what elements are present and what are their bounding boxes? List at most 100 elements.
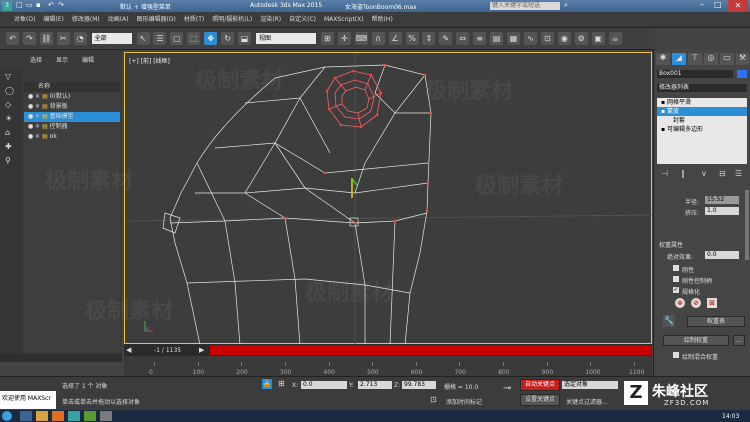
pivot-center-icon[interactable]: ⊞ bbox=[320, 32, 334, 45]
remove-modifier-icon[interactable]: ⊟ bbox=[719, 169, 726, 178]
menu-item[interactable]: 修改器(M) bbox=[68, 12, 104, 28]
start-button-icon[interactable] bbox=[2, 411, 12, 421]
unlink-icon[interactable]: ✂ bbox=[56, 32, 70, 45]
taskbar-app-media-icon[interactable] bbox=[52, 411, 64, 421]
menu-item[interactable]: 自定义(C) bbox=[285, 12, 320, 28]
close-icon[interactable]: ✕ bbox=[728, 0, 748, 11]
paint-blend-checkbox[interactable] bbox=[673, 352, 679, 358]
redo-icon[interactable]: ↷ bbox=[22, 32, 36, 45]
rect-region-icon[interactable]: ▢ bbox=[170, 32, 184, 45]
rigid-handles-checkbox[interactable] bbox=[673, 276, 679, 282]
exclude-verts-icon[interactable]: ⊗ bbox=[675, 298, 685, 308]
select-excluded-icon[interactable]: ⊠ bbox=[707, 298, 717, 308]
render-setup-icon[interactable]: ⚙ bbox=[574, 32, 588, 45]
paint-weights-button[interactable]: 绘制权重 bbox=[663, 335, 729, 346]
configure-sets-icon[interactable]: ☰ bbox=[735, 169, 742, 178]
align-icon[interactable]: ≡ bbox=[473, 32, 487, 45]
mirror-icon[interactable]: ⇔ bbox=[456, 32, 470, 45]
link-icon[interactable]: ⛓ bbox=[39, 32, 53, 45]
select-move-icon[interactable]: ✥ bbox=[204, 32, 218, 45]
taskbar-app-ie-icon[interactable] bbox=[20, 411, 32, 421]
helpers-filter-icon[interactable]: ✚ bbox=[5, 142, 12, 151]
menu-item[interactable]: 照明/摄影机(L) bbox=[208, 12, 256, 28]
render-icon[interactable]: ☕ bbox=[608, 32, 622, 45]
y-coordinate-field[interactable]: 2.713 bbox=[358, 381, 392, 389]
menu-item[interactable]: 帮助(H) bbox=[368, 12, 397, 28]
taskbar-app-folder-icon[interactable] bbox=[36, 411, 48, 421]
display-tab-icon[interactable]: ▭ bbox=[720, 53, 734, 65]
layer-row[interactable]: ● ❄ ▤ ok bbox=[24, 132, 120, 142]
layer-row[interactable]: ● ❄ ▤ 0(默认) bbox=[24, 92, 120, 102]
select-object-icon[interactable]: ↖ bbox=[136, 32, 150, 45]
taskbar-app-3dsmax-icon[interactable] bbox=[68, 411, 80, 421]
window-crossing-icon[interactable]: ⬚ bbox=[187, 32, 201, 45]
lock-selection-icon[interactable]: 🔒 bbox=[262, 379, 272, 389]
taskbar-app-other-icon[interactable] bbox=[100, 411, 112, 421]
tab-display[interactable]: 显示 bbox=[56, 55, 68, 64]
filter-icon[interactable]: ▽ bbox=[5, 72, 11, 81]
shapes-filter-icon[interactable]: ◇ bbox=[5, 100, 11, 109]
camera-filter-icon[interactable]: ⌂ bbox=[5, 128, 10, 137]
angle-snap-icon[interactable]: ∠ bbox=[388, 32, 402, 45]
select-rotate-icon[interactable]: ↻ bbox=[221, 32, 235, 45]
menu-item[interactable]: 图形编辑器(D) bbox=[133, 12, 180, 28]
paint-options-button[interactable]: … bbox=[733, 335, 745, 346]
render-frame-icon[interactable]: ▣ bbox=[591, 32, 605, 45]
menu-item[interactable]: MAXScript(X) bbox=[320, 12, 368, 28]
modifier-stack-item[interactable]: ▪ 蒙皮 bbox=[657, 107, 747, 116]
time-tag-icon[interactable]: ⊡ bbox=[430, 395, 437, 404]
timeline-track[interactable] bbox=[210, 345, 652, 355]
qa-redo-icon[interactable]: ↷ bbox=[58, 1, 64, 9]
create-tab-icon[interactable]: ✱ bbox=[656, 53, 670, 65]
key-mode-icon[interactable]: ⊸ bbox=[503, 383, 511, 394]
tab-select[interactable]: 选择 bbox=[30, 55, 42, 64]
modifier-stack-item[interactable]: ▪ 网格平滑 bbox=[657, 98, 747, 107]
squash-field[interactable]: 1.0 bbox=[705, 207, 739, 215]
geometry-filter-icon[interactable]: ◯ bbox=[5, 86, 14, 95]
lights-filter-icon[interactable]: ☀ bbox=[5, 114, 12, 123]
schematic-view-icon[interactable]: ⊡ bbox=[540, 32, 554, 45]
curve-editor-icon[interactable]: ∿ bbox=[523, 32, 537, 45]
qa-save-icon[interactable]: ▪ bbox=[36, 1, 41, 9]
panel-scrollbar[interactable] bbox=[745, 190, 749, 260]
menu-item[interactable]: 材质(T) bbox=[180, 12, 208, 28]
viewport-front[interactable]: [+] [前] [线框] 极制素材 极制素材 极制素材 极制素材 极制素材 极制… bbox=[45, 52, 653, 345]
taskbar-app-other-icon[interactable] bbox=[84, 411, 96, 421]
rigid-checkbox[interactable] bbox=[673, 265, 679, 271]
bones-filter-icon[interactable]: ⚲ bbox=[5, 156, 11, 165]
percent-snap-icon[interactable]: % bbox=[405, 32, 419, 45]
time-slider-next-icon[interactable]: ▶ bbox=[199, 346, 204, 354]
object-name-field[interactable]: Box001 bbox=[657, 70, 733, 78]
keyboard-shortcut-icon[interactable]: ⌨ bbox=[354, 32, 368, 45]
reference-coord-select[interactable]: 视图 bbox=[255, 33, 316, 44]
named-selection-icon[interactable]: ✎ bbox=[439, 32, 453, 45]
show-end-result-icon[interactable]: ‖ bbox=[681, 169, 685, 178]
motion-tab-icon[interactable]: ◎ bbox=[704, 53, 718, 65]
time-slider-prev-icon[interactable]: ◀ bbox=[126, 346, 131, 354]
weight-tool-icon[interactable]: 🔧 bbox=[663, 315, 675, 327]
manipulate-icon[interactable]: ✛ bbox=[337, 32, 351, 45]
qa-undo-icon[interactable]: ↶ bbox=[48, 1, 54, 9]
utilities-tab-icon[interactable]: ⚒ bbox=[736, 53, 749, 65]
modifier-stack-item[interactable]: ▪ 可编辑多边形 bbox=[657, 125, 747, 134]
normalize-checkbox[interactable]: ✓ bbox=[673, 287, 679, 293]
graphite-tools-icon[interactable]: ▦ bbox=[507, 32, 521, 45]
menu-item[interactable]: 对象(O) bbox=[10, 12, 39, 28]
spinner-snap-icon[interactable]: ⇕ bbox=[422, 32, 436, 45]
include-verts-icon[interactable]: ⊘ bbox=[691, 298, 701, 308]
material-editor-icon[interactable]: ◉ bbox=[557, 32, 571, 45]
snaps-toggle-icon[interactable]: ∩ bbox=[371, 32, 385, 45]
tab-edit[interactable]: 编辑 bbox=[82, 55, 94, 64]
search-input[interactable]: 键入关键字或短语 bbox=[490, 2, 560, 10]
track-bar[interactable]: 0 100 200 300 400 500 600 700 800 900 1000 1100 bbox=[124, 356, 652, 376]
hierarchy-tab-icon[interactable]: ⊤ bbox=[688, 53, 702, 65]
set-key-button[interactable]: 设置关键点 bbox=[520, 394, 560, 406]
select-by-name-icon[interactable]: ☰ bbox=[153, 32, 167, 45]
radius-field[interactable]: 15.52 bbox=[705, 196, 739, 204]
auto-key-button[interactable]: 自动关键点 bbox=[520, 379, 560, 391]
wireframe-mesh[interactable] bbox=[125, 53, 653, 345]
weight-table-button[interactable]: 权重表 bbox=[687, 316, 745, 327]
undo-icon[interactable]: ↶ bbox=[6, 32, 19, 45]
selected-object-dropdown[interactable]: 选定对象 bbox=[562, 381, 618, 389]
z-coordinate-field[interactable]: 99.783 bbox=[402, 381, 436, 389]
